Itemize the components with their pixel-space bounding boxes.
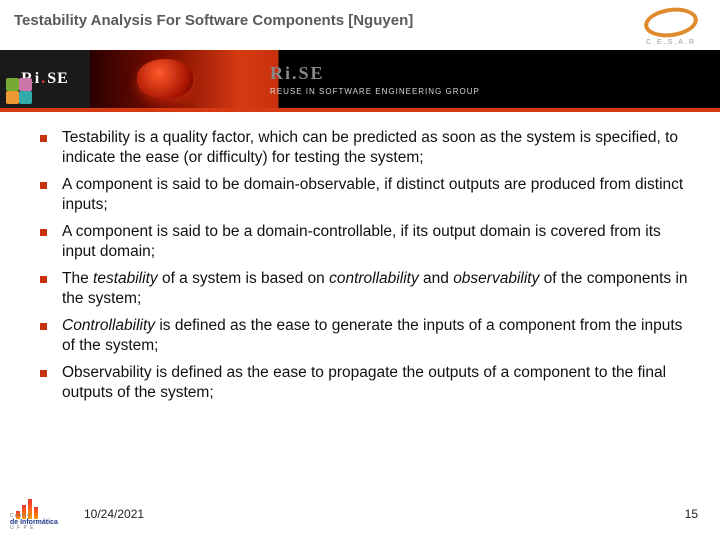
cesar-text: C.E.S.A.R — [646, 39, 696, 46]
list-item: Observability is defined as the ease to … — [40, 363, 696, 404]
list-item: Testability is a quality factor, which c… — [40, 128, 696, 169]
banner-subtitle: REUSE IN SOFTWARE ENGINEERING GROUP — [270, 87, 720, 96]
footer-left: Centrode InformáticaU F P E 10/24/2021 — [10, 497, 144, 531]
list-item: The testability of a system is based on … — [40, 269, 696, 310]
rise-logo-secondary: Ri.SE — [270, 63, 720, 84]
header: Testability Analysis For Software Compon… — [0, 0, 720, 50]
puzzle-icon — [6, 78, 34, 106]
cesar-logo: C.E.S.A.R — [636, 8, 706, 46]
centro-line3: U F P E — [10, 526, 58, 531]
banner-left: Ri.SE — [0, 50, 90, 108]
list-item: A component is said to be domain-observa… — [40, 175, 696, 216]
list-item: A component is said to be a domain-contr… — [40, 222, 696, 263]
list-item: Controllability is defined as the ease t… — [40, 316, 696, 357]
content: Testability is a quality factor, which c… — [0, 112, 720, 494]
page-number: 15 — [685, 507, 698, 521]
centro-logo: Centrode InformáticaU F P E — [10, 497, 70, 531]
banner-right: Ri.SE REUSE IN SOFTWARE ENGINEERING GROU… — [240, 50, 720, 108]
bullet-list: Testability is a quality factor, which c… — [40, 128, 696, 403]
footer: Centrode InformáticaU F P E 10/24/2021 1… — [0, 494, 720, 540]
cesar-oval-icon — [642, 4, 700, 40]
slide: Testability Analysis For Software Compon… — [0, 0, 720, 540]
banner: Ri.SE Ri.SE REUSE IN SOFTWARE ENGINEERIN… — [0, 50, 720, 108]
slide-title: Testability Analysis For Software Compon… — [14, 8, 636, 29]
globe-icon — [137, 59, 193, 99]
banner-mid — [90, 50, 240, 108]
footer-date: 10/24/2021 — [84, 507, 144, 521]
